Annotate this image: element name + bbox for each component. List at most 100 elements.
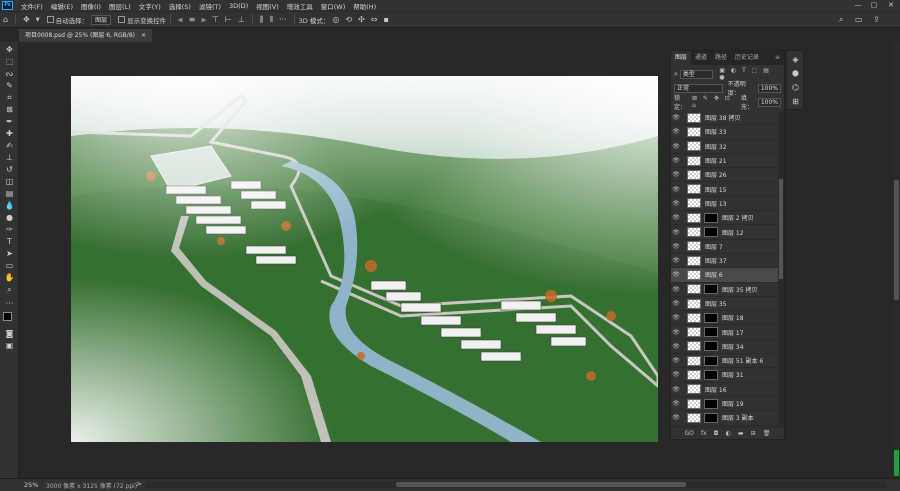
- menu-help[interactable]: 帮助(H): [349, 1, 380, 11]
- visibility-eye-icon[interactable]: 👁: [671, 329, 681, 336]
- menu-window[interactable]: 窗口(W): [317, 1, 350, 11]
- layer-row[interactable]: 👁 图层 21: [671, 154, 778, 169]
- layers-scrollbar[interactable]: [778, 111, 784, 427]
- layer-row[interactable]: 👁 图层 7: [671, 240, 778, 254]
- menu-image[interactable]: 图像(I): [77, 1, 105, 11]
- align-top-icon[interactable]: ⊤: [212, 15, 219, 24]
- link-layers-icon[interactable]: GO: [685, 430, 694, 437]
- layer-row[interactable]: 👁 图层 18: [671, 311, 778, 326]
- menu-select[interactable]: 选择(S): [165, 1, 195, 11]
- status-arrow-icon[interactable]: >: [136, 480, 142, 488]
- 3d-scale-icon[interactable]: ▪: [383, 15, 388, 24]
- layer-row[interactable]: 👁 图层 12: [671, 225, 778, 240]
- fx-icon[interactable]: fx: [701, 430, 707, 437]
- visibility-eye-icon[interactable]: 👁: [671, 386, 681, 393]
- quick-mask-icon[interactable]: ◙: [2, 328, 17, 339]
- 3d-slide-icon[interactable]: ⇔: [371, 15, 378, 24]
- 3d-pan-icon[interactable]: ✣: [358, 15, 365, 24]
- menu-filter[interactable]: 滤镜(T): [195, 1, 225, 11]
- layers-panel-icon[interactable]: ◈: [789, 54, 802, 65]
- layer-mask-thumbnail[interactable]: [704, 369, 718, 380]
- visibility-eye-icon[interactable]: 👁: [671, 300, 681, 307]
- visibility-eye-icon[interactable]: 👁: [671, 200, 681, 207]
- layer-row[interactable]: 👁 图层 35: [671, 297, 778, 312]
- layer-mask-thumbnail[interactable]: [704, 312, 718, 323]
- menu-view[interactable]: 视图(V): [252, 1, 283, 11]
- panel-menu-icon[interactable]: ≡: [771, 51, 784, 65]
- layer-mask-thumbnail[interactable]: [704, 355, 718, 366]
- align-right-icon[interactable]: ⫸: [201, 15, 206, 25]
- home-icon[interactable]: ⌂: [3, 15, 8, 24]
- marquee-tool-icon[interactable]: ⬚: [2, 56, 17, 67]
- pen-tool-icon[interactable]: ✑: [2, 224, 17, 235]
- more-options-icon[interactable]: ···: [279, 15, 287, 24]
- visibility-eye-icon[interactable]: 👁: [671, 371, 681, 378]
- tab-paths[interactable]: 路径: [711, 51, 731, 65]
- visibility-eye-icon[interactable]: 👁: [671, 271, 681, 278]
- layer-row[interactable]: 👁 图层 38 拷贝: [671, 111, 778, 126]
- visibility-eye-icon[interactable]: 👁: [671, 400, 681, 407]
- adjustments-panel-icon[interactable]: ⊞: [789, 96, 802, 107]
- workspace-icon[interactable]: ▭: [855, 15, 863, 24]
- share-icon[interactable]: ⇪: [873, 15, 880, 24]
- layer-row[interactable]: 👁 图层 2 拷贝: [671, 211, 778, 226]
- layer-row[interactable]: 👁 图层 6: [671, 268, 778, 283]
- stamp-tool-icon[interactable]: ⊥: [2, 152, 17, 163]
- layer-row[interactable]: 👁 图层 35 拷贝: [671, 283, 778, 297]
- auto-select-dropdown[interactable]: 图层: [91, 14, 112, 25]
- zoom-level[interactable]: 25%: [24, 481, 38, 489]
- blur-tool-icon[interactable]: 💧: [2, 200, 17, 211]
- visibility-eye-icon[interactable]: 👁: [671, 414, 681, 421]
- distribute-spacing-icon[interactable]: ⦀: [269, 15, 273, 25]
- layer-mask-thumbnail[interactable]: [704, 327, 718, 338]
- menu-layer[interactable]: 图层(L): [105, 1, 135, 11]
- visibility-eye-icon[interactable]: 👁: [671, 214, 681, 221]
- layer-row[interactable]: 👁 图层 19: [671, 397, 778, 412]
- healing-brush-tool-icon[interactable]: ✚: [2, 128, 17, 139]
- align-middle-icon[interactable]: ⊢: [225, 15, 232, 24]
- dodge-tool-icon[interactable]: ●: [2, 212, 17, 223]
- layer-row[interactable]: 👁 图层 31: [671, 368, 778, 383]
- vertical-scrollbar[interactable]: [893, 42, 900, 478]
- visibility-eye-icon[interactable]: 👁: [671, 314, 681, 321]
- visibility-eye-icon[interactable]: 👁: [671, 229, 681, 236]
- layer-row[interactable]: 👁 图层 15: [671, 182, 778, 197]
- tab-layers[interactable]: 图层: [671, 51, 692, 65]
- lasso-tool-icon[interactable]: ᔓ: [2, 68, 17, 79]
- distribute-icon[interactable]: ⫼: [260, 15, 264, 25]
- layer-row[interactable]: 👁 图层 17: [671, 325, 778, 340]
- search-icon[interactable]: ⌕: [839, 15, 843, 25]
- adjustment-layer-icon[interactable]: ◐: [726, 430, 731, 437]
- layer-row[interactable]: 👁 图层 26: [671, 168, 778, 183]
- 3d-orbit-icon[interactable]: ◎: [332, 15, 339, 24]
- minimize-icon[interactable]: —: [850, 0, 866, 11]
- visibility-eye-icon[interactable]: 👁: [671, 243, 681, 250]
- visibility-eye-icon[interactable]: 👁: [671, 343, 681, 350]
- path-select-tool-icon[interactable]: ➤: [2, 248, 17, 259]
- menu-file[interactable]: 文件(F): [17, 1, 47, 11]
- transform-controls-checkbox[interactable]: [118, 16, 126, 23]
- layer-row[interactable]: 👁 图层 37: [671, 254, 778, 269]
- menu-3d[interactable]: 3D(D): [225, 2, 252, 10]
- align-bottom-icon[interactable]: ⊥: [238, 15, 245, 24]
- align-center-icon[interactable]: ≡: [189, 15, 196, 24]
- layer-row[interactable]: 👁 图层 16: [671, 383, 778, 397]
- move-tool-icon[interactable]: ✥: [23, 15, 30, 24]
- visibility-eye-icon[interactable]: 👁: [671, 257, 681, 264]
- new-layer-icon[interactable]: ⊞: [751, 430, 756, 437]
- filter-type-dropdown[interactable]: 类型: [679, 69, 714, 79]
- layer-row[interactable]: 👁 图层 13: [671, 197, 778, 212]
- layer-row[interactable]: 👁 图层 3 副本: [671, 411, 778, 426]
- align-left-icon[interactable]: ⫷: [178, 15, 183, 25]
- visibility-eye-icon[interactable]: 👁: [671, 171, 681, 178]
- layer-row[interactable]: 👁 图层 33: [671, 125, 778, 140]
- zoom-tool-icon[interactable]: ⌕: [2, 284, 17, 295]
- close-tab-icon[interactable]: ×: [141, 29, 146, 42]
- tab-history[interactable]: 历史记录: [731, 51, 763, 65]
- properties-panel-icon[interactable]: ⌬: [789, 82, 802, 93]
- visibility-eye-icon[interactable]: 👁: [671, 143, 681, 150]
- document-tab[interactable]: 项目0008.psd @ 25% (图层 6, RGB/8) ×: [19, 29, 153, 42]
- new-group-icon[interactable]: ▬: [738, 430, 744, 437]
- visibility-eye-icon[interactable]: 👁: [671, 186, 681, 193]
- layer-row[interactable]: 👁 图层 34: [671, 340, 778, 355]
